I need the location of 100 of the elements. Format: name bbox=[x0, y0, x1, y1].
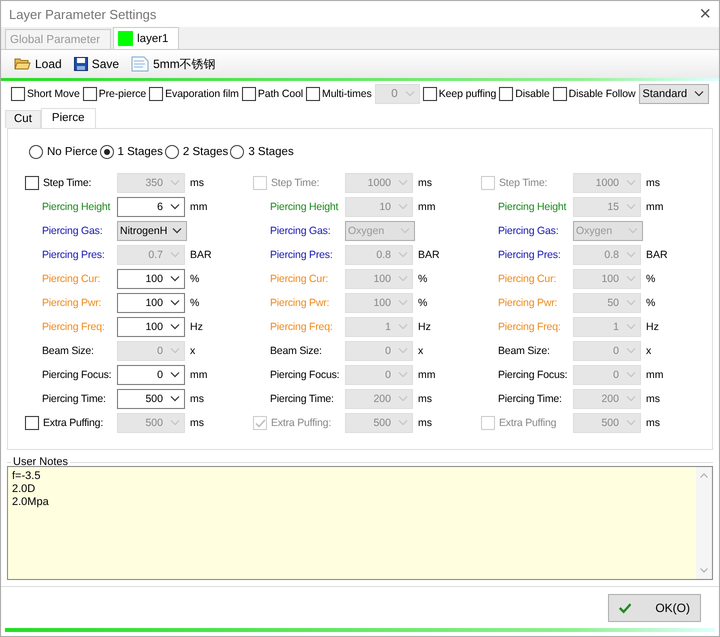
unit-label: % bbox=[645, 297, 656, 309]
field-label: Piercing Pres: bbox=[498, 249, 561, 261]
radio-button[interactable] bbox=[230, 145, 244, 159]
dropdown[interactable]: 6 bbox=[117, 197, 185, 217]
checkbox[interactable] bbox=[242, 87, 256, 101]
field-label: Beam Size: bbox=[270, 345, 322, 357]
ok-button[interactable]: OK(O) bbox=[608, 594, 701, 622]
unit-label: % bbox=[417, 297, 428, 309]
unit-label: x bbox=[417, 345, 424, 357]
field-label: Piercing Cur: bbox=[270, 273, 328, 285]
field-label: Piercing Gas: bbox=[270, 225, 330, 237]
dropdown[interactable]: 100 bbox=[117, 269, 185, 289]
field-label: Extra Puffing bbox=[499, 417, 556, 429]
field-label: Piercing Cur: bbox=[42, 273, 100, 285]
field-label: Piercing Time: bbox=[498, 393, 562, 405]
field-label: Piercing Pwr: bbox=[498, 297, 558, 309]
unit-label: x bbox=[189, 345, 196, 357]
radio-label: 1 Stages bbox=[118, 146, 163, 158]
unit-label: mm bbox=[417, 201, 436, 213]
unit-label: ms bbox=[645, 393, 660, 405]
unit-label: Hz bbox=[189, 321, 203, 333]
unit-label: ms bbox=[417, 393, 432, 405]
unit-label: mm bbox=[189, 201, 208, 213]
unit-label: x bbox=[645, 345, 652, 357]
field-label: Step Time: bbox=[43, 177, 92, 189]
toolbar-button[interactable]: Load bbox=[11, 55, 65, 73]
field-label: Beam Size: bbox=[42, 345, 94, 357]
radio-label: No Pierce bbox=[47, 146, 98, 158]
dropdown[interactable]: 500 bbox=[117, 389, 185, 409]
checkbox[interactable] bbox=[306, 87, 320, 101]
window-title: Layer Parameter Settings bbox=[9, 6, 156, 22]
dropdown[interactable]: NitrogenH bbox=[117, 221, 187, 241]
option-label: Multi-times bbox=[322, 88, 372, 100]
field-label: Piercing Freq: bbox=[42, 321, 105, 333]
field-label: Piercing Gas: bbox=[42, 225, 102, 237]
unit-label: ms bbox=[189, 393, 204, 405]
unit-label: mm bbox=[645, 201, 664, 213]
unit-label: ms bbox=[645, 417, 660, 429]
unit-label: ms bbox=[645, 177, 660, 189]
unit-label: % bbox=[645, 273, 656, 285]
field-label: Piercing Pwr: bbox=[270, 297, 330, 309]
field-label: Piercing Time: bbox=[270, 393, 334, 405]
field-label: Beam Size: bbox=[498, 345, 550, 357]
field-label: Step Time: bbox=[271, 177, 320, 189]
dropdown[interactable]: 100 bbox=[117, 317, 185, 337]
field-label: Extra Puffing: bbox=[43, 417, 104, 429]
field-label: Piercing Height bbox=[498, 201, 566, 213]
unit-label: ms bbox=[417, 417, 432, 429]
dropdown[interactable]: 0 bbox=[117, 365, 185, 385]
toolbar-button[interactable]: 5mm不锈钢 bbox=[128, 54, 219, 74]
unit-label: Hz bbox=[645, 321, 659, 333]
field-label: Piercing Pres: bbox=[42, 249, 105, 261]
radio-button[interactable] bbox=[164, 145, 179, 159]
option-label: Path Cool bbox=[258, 88, 304, 100]
field-label: Step Time: bbox=[499, 177, 548, 189]
field-label: Piercing Cur: bbox=[498, 273, 556, 285]
field-label: Piercing Time: bbox=[42, 393, 106, 405]
toolbar-button[interactable]: Save bbox=[70, 55, 122, 73]
unit-label: ms bbox=[189, 177, 204, 189]
layer-tab[interactable]: layer1 bbox=[113, 27, 180, 49]
dropdown[interactable]: 100 bbox=[117, 293, 185, 313]
radio-button[interactable] bbox=[29, 145, 43, 159]
unit-label: mm bbox=[417, 369, 436, 381]
unit-label: % bbox=[189, 273, 200, 285]
field-label: Piercing Height bbox=[42, 201, 110, 213]
field-label: Piercing Freq: bbox=[270, 321, 333, 333]
checkbox[interactable] bbox=[11, 87, 25, 101]
tab[interactable]: Cut bbox=[5, 110, 41, 128]
option-label: Disable Follow bbox=[568, 88, 636, 100]
checkbox[interactable] bbox=[552, 87, 567, 101]
unit-label: Hz bbox=[417, 321, 431, 333]
unit-label: mm bbox=[645, 369, 664, 381]
notes-field[interactable]: f=-3.5 2.0D 2.0Mpa bbox=[7, 466, 713, 580]
radio-label: 2 Stages bbox=[182, 146, 228, 158]
unit-label: BAR bbox=[645, 249, 668, 261]
checkbox[interactable] bbox=[149, 87, 164, 101]
field-label: Piercing Focus: bbox=[42, 369, 112, 381]
unit-label: mm bbox=[189, 369, 208, 381]
unit-label: ms bbox=[189, 417, 204, 429]
checkmark-icon bbox=[619, 600, 632, 614]
option-label: Pre-pierce bbox=[98, 88, 146, 100]
option-label: Disable bbox=[515, 88, 550, 100]
checkbox[interactable] bbox=[422, 87, 437, 101]
document-icon bbox=[131, 56, 150, 72]
radio-label: 3 Stages bbox=[248, 146, 294, 158]
unit-label: BAR bbox=[189, 249, 212, 261]
field-label: Piercing Height bbox=[270, 201, 338, 213]
unit-label: % bbox=[189, 297, 200, 309]
radio-button[interactable] bbox=[100, 145, 114, 159]
layer-tab[interactable]: Global Parameter bbox=[5, 29, 112, 49]
checkbox[interactable] bbox=[82, 87, 97, 101]
field-label: Extra Puffing: bbox=[271, 417, 332, 429]
close-button[interactable]: × bbox=[699, 4, 711, 24]
dropdown[interactable]: Standard bbox=[638, 84, 708, 104]
tab[interactable]: Pierce bbox=[40, 108, 96, 128]
option-label: Keep puffing bbox=[438, 88, 496, 100]
unit-label: % bbox=[417, 273, 428, 285]
checkbox[interactable] bbox=[499, 87, 514, 101]
field-label: Piercing Gas: bbox=[498, 225, 558, 237]
field-label: Piercing Freq: bbox=[498, 321, 561, 333]
